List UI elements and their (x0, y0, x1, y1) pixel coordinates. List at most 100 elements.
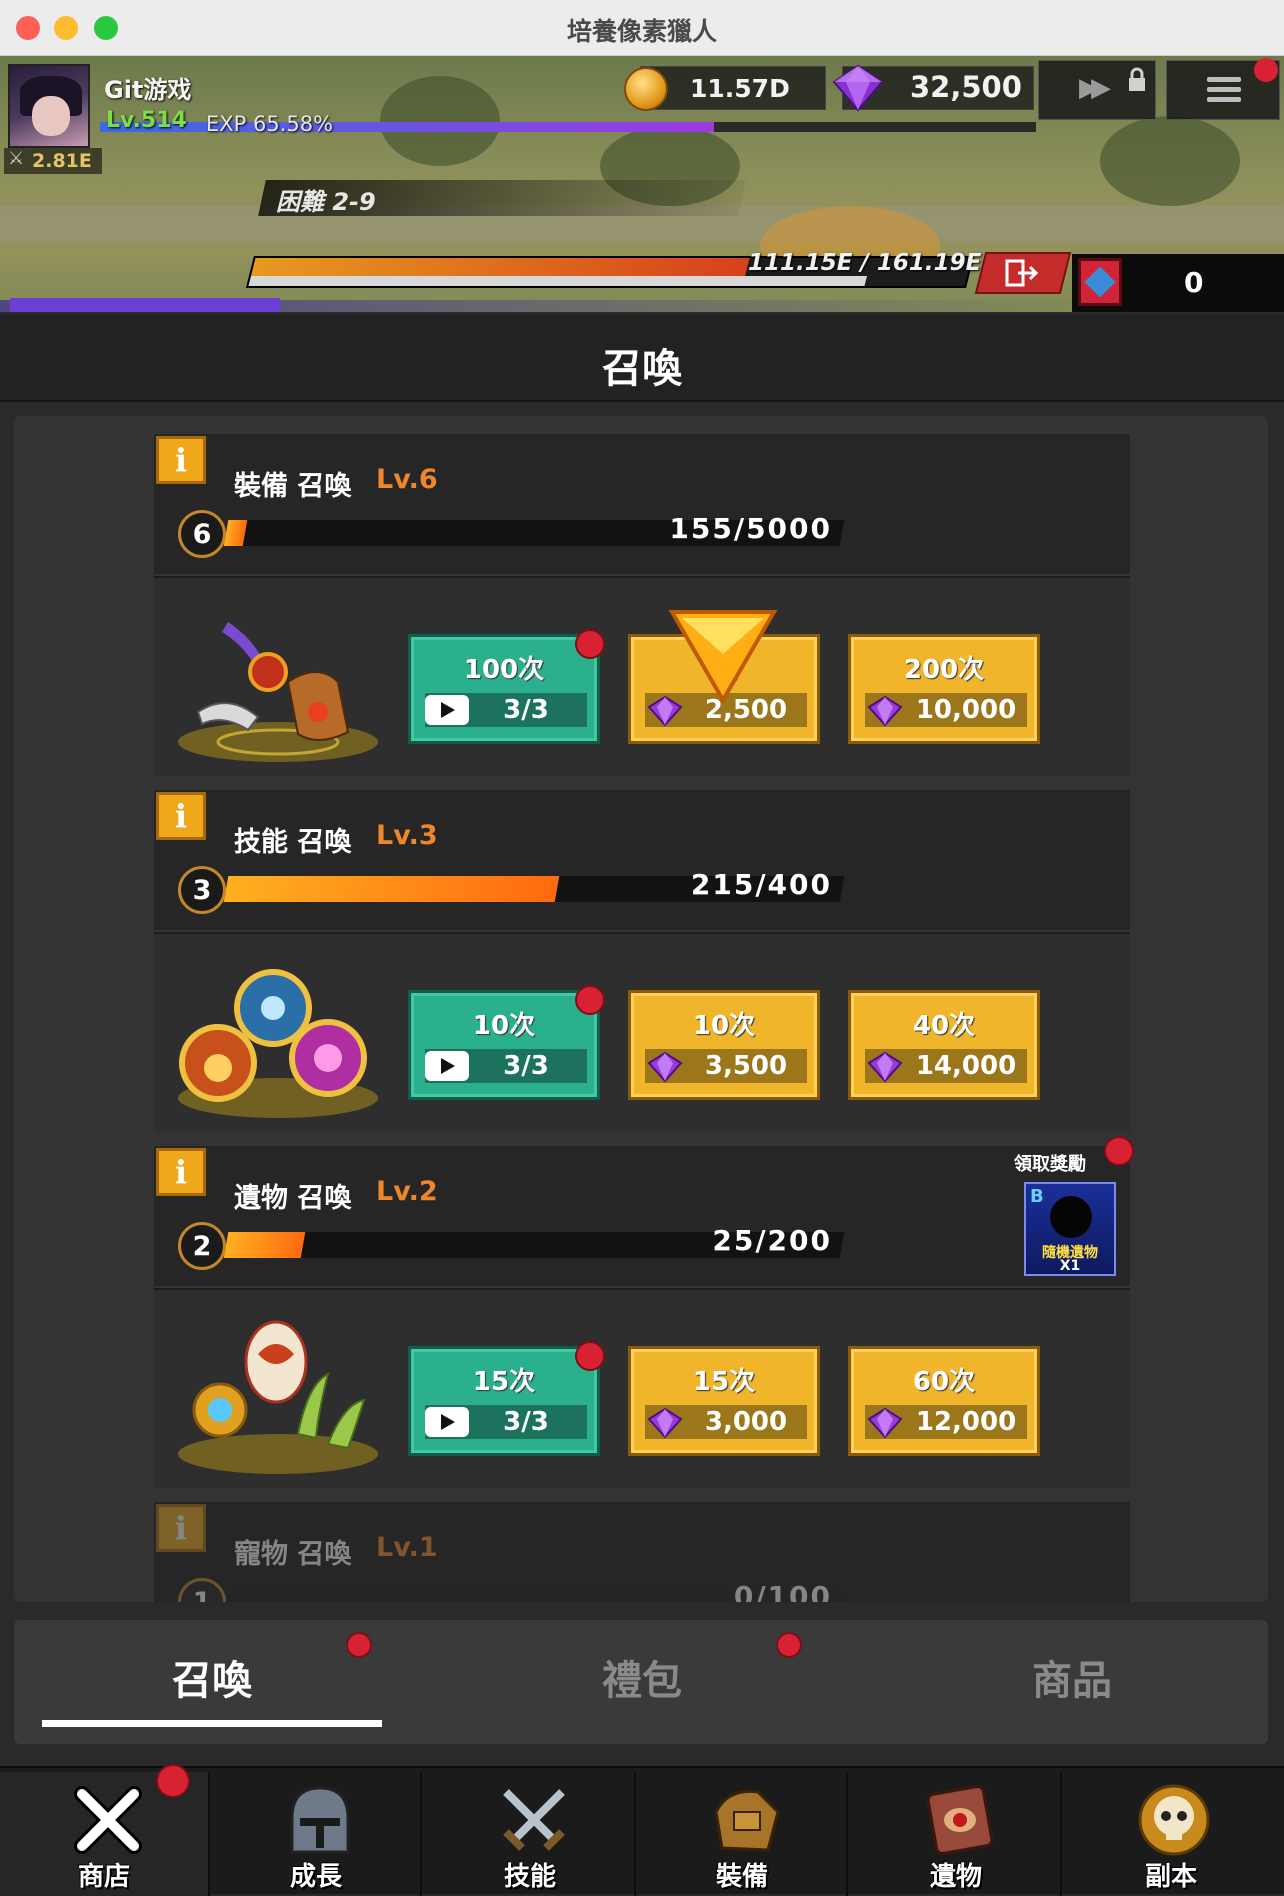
summon-level: Lv.2 (376, 1176, 438, 1207)
summon-level: Lv.3 (376, 820, 438, 851)
reward-grade: B (1030, 1186, 1044, 1207)
info-button[interactable]: i (156, 792, 206, 840)
gem-summon-button[interactable]: 10次 3,500 (628, 990, 820, 1100)
summon-progress-text: 155/5000 (669, 512, 832, 545)
notification-dot (156, 1764, 190, 1798)
combat-power: ⚔ 2.81E (4, 148, 102, 174)
relic-summon-art (178, 1320, 378, 1474)
info-icon: i (174, 1153, 188, 1191)
gem-icon (647, 1407, 683, 1439)
tab-goods[interactable]: 商品 (902, 1648, 1242, 1706)
summon-title: 寵物 召喚 (234, 1539, 352, 1570)
summon-level: Lv.1 (376, 1532, 438, 1563)
summon-level-badge: 1 (178, 1578, 226, 1602)
summon-level-badge: 6 (178, 510, 226, 558)
summon-level-badge: 2 (178, 1222, 226, 1270)
swords-icon: ⚔ (8, 148, 25, 169)
nav-dungeon[interactable]: 副本 (1066, 1772, 1276, 1896)
gem-summon-button[interactable]: 200次 10,000 (848, 634, 1040, 744)
summon-card-body: 15次 3/3 15次 3,000 60次 12,000 (154, 1288, 1130, 1488)
notification-dot (575, 985, 605, 1015)
tab-summon[interactable]: 召喚 (42, 1648, 382, 1706)
notification-dot (346, 1632, 372, 1658)
summon-card-header: i 裝備 召喚 Lv.6 6 155/5000 (154, 434, 1130, 574)
ticket-value: 0 (1184, 266, 1204, 299)
info-button[interactable]: i (156, 1504, 206, 1552)
summon-card-equipment: i 裝備 召喚 Lv.6 6 155/5000 100次 3/3 2,500 2… (154, 434, 1130, 776)
bottom-navigation: 商店 成長 技能 裝備 遺物 副本 (0, 1764, 1284, 1896)
nav-growth[interactable]: 成長 (212, 1772, 422, 1896)
stage-name: 困難 2-9 (276, 188, 376, 216)
ad-summon-button[interactable]: 100次 3/3 (408, 629, 605, 744)
summon-level-badge: 3 (178, 866, 226, 914)
mystery-relic-icon (1050, 1196, 1092, 1238)
crossed-swords-icon (503, 1789, 565, 1851)
exit-icon (1005, 259, 1039, 287)
notification-dot (575, 629, 605, 659)
active-tab-indicator (42, 1720, 382, 1727)
helmet-icon (290, 1786, 350, 1854)
skull-icon (1138, 1784, 1210, 1856)
window-title: 培養像素獵人 (566, 17, 717, 46)
window-titlebar: 培養像素獵人 (0, 0, 1284, 56)
ad-summon-button[interactable]: 10次 3/3 (408, 985, 605, 1100)
boss-hp-text: 111.15E / 161.19E (748, 250, 982, 276)
summon-level: Lv.6 (376, 464, 438, 495)
video-play-icon (425, 1407, 469, 1437)
summon-title: 遺物 召喚 (234, 1183, 352, 1214)
gold-value: 11.57D (690, 74, 790, 103)
gem-summon-button[interactable]: 60次 12,000 (848, 1346, 1040, 1456)
player-level: Lv.514 (106, 108, 187, 133)
nav-skill[interactable]: 技能 (426, 1772, 636, 1896)
summon-list[interactable]: i 裝備 召喚 Lv.6 6 155/5000 100次 3/3 2,500 2… (14, 416, 1268, 1602)
gem-icon (832, 64, 884, 112)
summon-card-body: 100次 3/3 次 2,500 200次 10,000 (154, 576, 1130, 776)
gem-summon-button[interactable]: 15次 3,000 (628, 1346, 820, 1456)
summon-progress-text: 215/400 (690, 868, 832, 901)
summon-progress-fill (223, 876, 560, 902)
gold-coin-icon (624, 67, 668, 111)
gem-icon (867, 1407, 903, 1439)
player-hp-bar (10, 298, 280, 312)
shop-subtabs: 召喚 禮包 商品 (14, 1620, 1268, 1744)
ad-summon-button[interactable]: 15次 3/3 (408, 1341, 605, 1456)
gem-summon-button[interactable]: 40次 14,000 (848, 990, 1040, 1100)
lock-icon (1129, 67, 1145, 91)
notification-dot (575, 1341, 605, 1371)
summon-card-pet: i 寵物 召喚 Lv.1 1 0/100 (154, 1502, 1130, 1602)
info-button[interactable]: i (156, 436, 206, 484)
video-play-icon (425, 1051, 469, 1081)
summon-progress-fill (223, 1232, 306, 1258)
info-icon: i (174, 797, 188, 835)
nav-equipment[interactable]: 裝備 (638, 1772, 848, 1896)
speed-button[interactable]: ▶▶ (1038, 60, 1156, 120)
player-avatar[interactable] (8, 64, 90, 148)
nav-relic[interactable]: 遺物 (852, 1772, 1062, 1896)
info-icon: i (174, 1509, 188, 1547)
background-tree (1100, 116, 1240, 206)
summon-card-body: 10次 3/3 10次 3,500 40次 14,000 (154, 932, 1130, 1132)
tutorial-arrow-icon (668, 610, 778, 704)
equipment-summon-art (178, 622, 378, 762)
menu-notification-dot (1254, 58, 1278, 82)
summon-card-skill: i 技能 召喚 Lv.3 3 215/400 10次 3/3 10次 3,500… (154, 790, 1130, 1132)
skill-summon-art (178, 969, 378, 1118)
claim-reward-label: 領取獎勵 (1014, 1154, 1086, 1175)
summon-card-header: i 寵物 召喚 Lv.1 1 0/100 (154, 1502, 1130, 1602)
tab-package[interactable]: 禮包 (472, 1648, 812, 1706)
claim-reward-button[interactable]: B 隨機遺物 X1 (1024, 1182, 1116, 1276)
summon-progress-text: 25/200 (712, 1224, 832, 1257)
summon-card-header: i 遺物 召喚 Lv.2 2 25/200 領取獎勵 B 隨機遺物 X1 (154, 1136, 1134, 1286)
info-icon: i (174, 441, 188, 479)
video-play-icon (425, 695, 469, 725)
combat-power-value: 2.81E (32, 150, 92, 172)
backpack-icon (714, 1789, 780, 1852)
info-button[interactable]: i (156, 1148, 206, 1196)
gem-icon (647, 1051, 683, 1083)
summon-card-header: i 技能 召喚 Lv.3 3 215/400 (154, 790, 1130, 930)
notification-dot (1104, 1136, 1134, 1166)
gem-value: 32,500 (910, 70, 1022, 104)
fast-forward-icon: ▶▶ (1079, 73, 1111, 103)
player-exp: EXP 65.58% (206, 112, 334, 136)
nav-shop[interactable]: 商店 (0, 1764, 210, 1896)
